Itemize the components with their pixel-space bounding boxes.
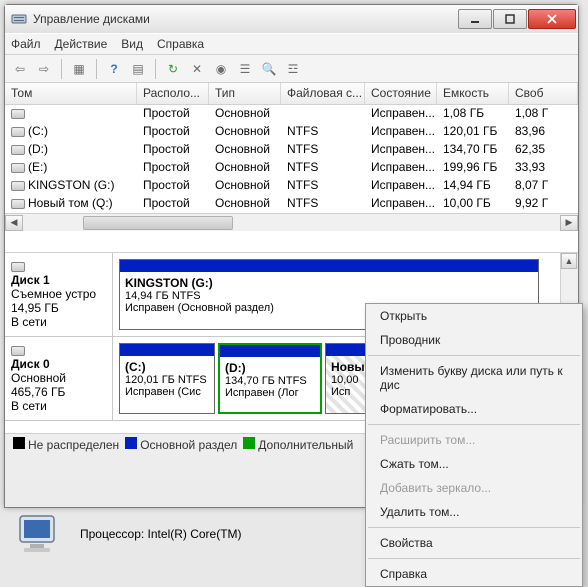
table-row[interactable]: Новый том (Q:)ПростойОсновнойNTFSИсправе… [5,195,578,213]
computer-icon [14,512,68,556]
ctx-format[interactable]: Форматировать... [366,397,582,421]
col-volume[interactable]: Том [5,83,137,104]
ctx-open[interactable]: Открыть [366,304,582,328]
partition-bar [120,344,214,356]
refresh-icon[interactable]: ↻ [164,60,182,78]
table-row[interactable]: KINGSTON (G:)ПростойОсновнойNTFSИсправен… [5,177,578,195]
disk-icon [11,346,25,356]
partition[interactable]: (C:)120,01 ГБ NTFSИсправен (Сис [119,343,215,414]
separator [368,527,580,528]
window-title: Управление дисками [33,12,457,26]
ctx-extend: Расширить том... [366,428,582,452]
partition-body: (C:)120,01 ГБ NTFSИсправен (Сис [120,356,214,413]
volume-icon [11,181,25,191]
horizontal-scrollbar[interactable]: ◀ ▶ [5,213,578,231]
back-icon[interactable]: ⇦ [11,60,29,78]
minimize-button[interactable] [458,9,492,29]
settings-icon[interactable]: ☲ [284,60,302,78]
separator [61,59,62,79]
col-status[interactable]: Состояние [365,83,437,104]
cpu-info: Процессор: Intel(R) Core(TM) [80,527,242,541]
separator [155,59,156,79]
cpu-label: Процессор: [80,527,144,541]
col-capacity[interactable]: Емкость [437,83,509,104]
volume-icon [11,145,25,155]
ctx-add-mirror: Добавить зеркало... [366,476,582,500]
legend-extended: Дополнительный [243,437,353,452]
delete-icon[interactable]: ✕ [188,60,206,78]
scroll-thumb[interactable] [83,216,233,230]
volume-icon [11,199,25,209]
partition-body: (D:)134,70 ГБ NTFSИсправен (Лог [220,357,320,412]
ctx-delete[interactable]: Удалить том... [366,500,582,524]
partition-bar [120,260,538,272]
volume-icon [11,109,25,119]
legend-primary: Основной раздел [125,437,237,452]
disk-icon [11,262,25,272]
col-layout[interactable]: Располо... [137,83,209,104]
menu-help[interactable]: Справка [157,37,204,51]
context-menu: Открыть Проводник Изменить букву диска и… [365,303,583,587]
search-icon[interactable]: 🔍 [260,60,278,78]
panel-icon[interactable]: ▦ [70,60,88,78]
separator [96,59,97,79]
menubar: Файл Действие Вид Справка [5,33,578,55]
disk-info: Диск 0Основной465,76 ГБВ сети [5,337,113,420]
scroll-right-icon[interactable]: ▶ [560,215,578,231]
scroll-left-icon[interactable]: ◀ [5,215,23,231]
volume-list: Том Располо... Тип Файловая с... Состоян… [5,83,578,253]
forward-icon[interactable]: ⇨ [35,60,53,78]
menu-file[interactable]: Файл [11,37,41,51]
volume-rows: ПростойОсновнойИсправен...1,08 ГБ1,08 Г(… [5,105,578,213]
titlebar[interactable]: Управление дисками [5,5,578,33]
table-row[interactable]: (D:)ПростойОсновнойNTFSИсправен...134,70… [5,141,578,159]
volume-icon [11,163,25,173]
table-row[interactable]: (E:)ПростойОсновнойNTFSИсправен...199,96… [5,159,578,177]
col-type[interactable]: Тип [209,83,281,104]
volume-icon [11,127,25,137]
legend-unallocated: Не распределен [13,437,119,452]
separator [368,424,580,425]
disk-info: Диск 1Съемное устро14,95 ГБВ сети [5,253,113,336]
partition-bar [220,345,320,357]
ctx-properties[interactable]: Свойства [366,531,582,555]
table-row[interactable]: ПростойОсновнойИсправен...1,08 ГБ1,08 Г [5,105,578,123]
cpu-value: Intel(R) Core(TM) [148,527,242,541]
ctx-shrink[interactable]: Сжать том... [366,452,582,476]
close-button[interactable] [528,9,576,29]
menu-view[interactable]: Вид [121,37,143,51]
col-fs[interactable]: Файловая с... [281,83,365,104]
rescan-icon[interactable]: ◉ [212,60,230,78]
partition[interactable]: (D:)134,70 ГБ NTFSИсправен (Лог [218,343,322,414]
help-icon[interactable]: ? [105,60,123,78]
table-row[interactable]: (C:)ПростойОсновнойNTFSИсправен...120,01… [5,123,578,141]
properties-icon[interactable]: ☰ [236,60,254,78]
separator [368,355,580,356]
app-icon [11,11,27,27]
col-free[interactable]: Своб [509,83,578,104]
details-icon[interactable]: ▤ [129,60,147,78]
scroll-up-icon[interactable]: ▲ [561,253,577,269]
toolbar: ⇦ ⇨ ▦ ? ▤ ↻ ✕ ◉ ☰ 🔍 ☲ [5,55,578,83]
maximize-button[interactable] [493,9,527,29]
separator [368,558,580,559]
ctx-change-letter[interactable]: Изменить букву диска или путь к дис [366,359,582,397]
ctx-help[interactable]: Справка [366,562,582,586]
ctx-explorer[interactable]: Проводник [366,328,582,352]
column-headers: Том Располо... Тип Файловая с... Состоян… [5,83,578,105]
menu-action[interactable]: Действие [55,37,108,51]
